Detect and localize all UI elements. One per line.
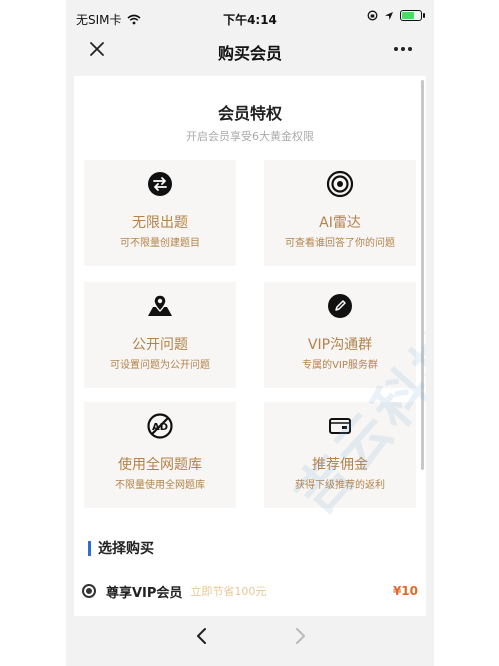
orientation-lock-icon	[367, 10, 378, 21]
nav-bar: 购买会员	[66, 30, 434, 72]
close-button[interactable]	[86, 38, 108, 60]
pencil-icon	[328, 294, 352, 318]
privilege-card-public-questions[interactable]: 公开问题 可设置问题为公开问题	[84, 282, 236, 388]
status-right	[367, 10, 425, 21]
privilege-desc: 专属的VIP服务群	[302, 360, 378, 371]
back-button[interactable]	[190, 624, 214, 648]
purchase-option-vip[interactable]: 尊享VIP会员 立即节省100元 ¥10	[82, 580, 418, 602]
page-title: 购买会员	[217, 44, 282, 63]
option-name: 尊享VIP会员	[106, 585, 183, 601]
location-icon	[385, 11, 393, 20]
privilege-title: 推荐佣金	[312, 457, 368, 473]
chevron-right-icon	[296, 628, 305, 644]
option-price: ¥10	[392, 584, 418, 598]
phone-screen: 无SIM卡 下午4:14 购买会员 会员特权 开启会员享受6大黄金权限 无限出题…	[66, 0, 434, 666]
option-saving-note: 立即节省100元	[190, 585, 267, 598]
privilege-desc: 可查看谁回答了你的问题	[285, 238, 395, 249]
main-content[interactable]: 会员特权 开启会员享受6大黄金权限 无限出题 可不限量创建题目 AI雷达 可查看…	[74, 76, 426, 616]
section-accent-bar	[88, 540, 91, 556]
privileges-title: 会员特权	[217, 104, 282, 123]
radio-selected[interactable]	[82, 584, 96, 598]
no-ads-icon: AD	[147, 413, 173, 439]
privilege-title: AI雷达	[319, 215, 361, 231]
privilege-title: 公开问题	[132, 337, 188, 353]
privilege-card-referral-commission[interactable]: 推荐佣金 获得下级推荐的返利	[264, 402, 416, 508]
privilege-title: 使用全网题库	[118, 457, 202, 473]
privilege-desc: 获得下级推荐的返利	[295, 480, 385, 491]
battery-fill	[402, 12, 414, 19]
chevron-left-icon	[197, 628, 206, 644]
privilege-card-question-bank[interactable]: AD 使用全网题库 不限量使用全网题库	[84, 402, 236, 508]
privilege-desc: 可设置问题为公开问题	[110, 360, 210, 371]
purchase-title-text: 选择购买	[98, 541, 154, 557]
privilege-desc: 可不限量创建题目	[120, 238, 200, 249]
target-icon	[326, 170, 354, 198]
privilege-card-unlimited-questions[interactable]: 无限出题 可不限量创建题目	[84, 160, 236, 266]
privilege-title: VIP沟通群	[307, 337, 373, 353]
close-icon	[90, 42, 104, 56]
privilege-desc: 不限量使用全网题库	[115, 480, 205, 491]
battery-icon	[400, 10, 425, 21]
more-button[interactable]	[390, 38, 416, 60]
swap-arrows-icon	[148, 172, 172, 196]
privilege-card-vip-group[interactable]: VIP沟通群 专属的VIP服务群	[264, 282, 416, 388]
purchase-section-title: 选择购买	[88, 538, 154, 558]
privilege-title: 无限出题	[132, 215, 188, 231]
card-icon	[329, 418, 351, 434]
privileges-subtitle: 开启会员享受6大黄金权限	[186, 130, 314, 143]
forward-button[interactable]	[288, 624, 312, 648]
more-dots-icon	[394, 47, 412, 51]
browser-toolbar	[66, 616, 434, 666]
privilege-card-ai-radar[interactable]: AI雷达 可查看谁回答了你的问题	[264, 160, 416, 266]
map-pin-icon	[148, 294, 172, 316]
